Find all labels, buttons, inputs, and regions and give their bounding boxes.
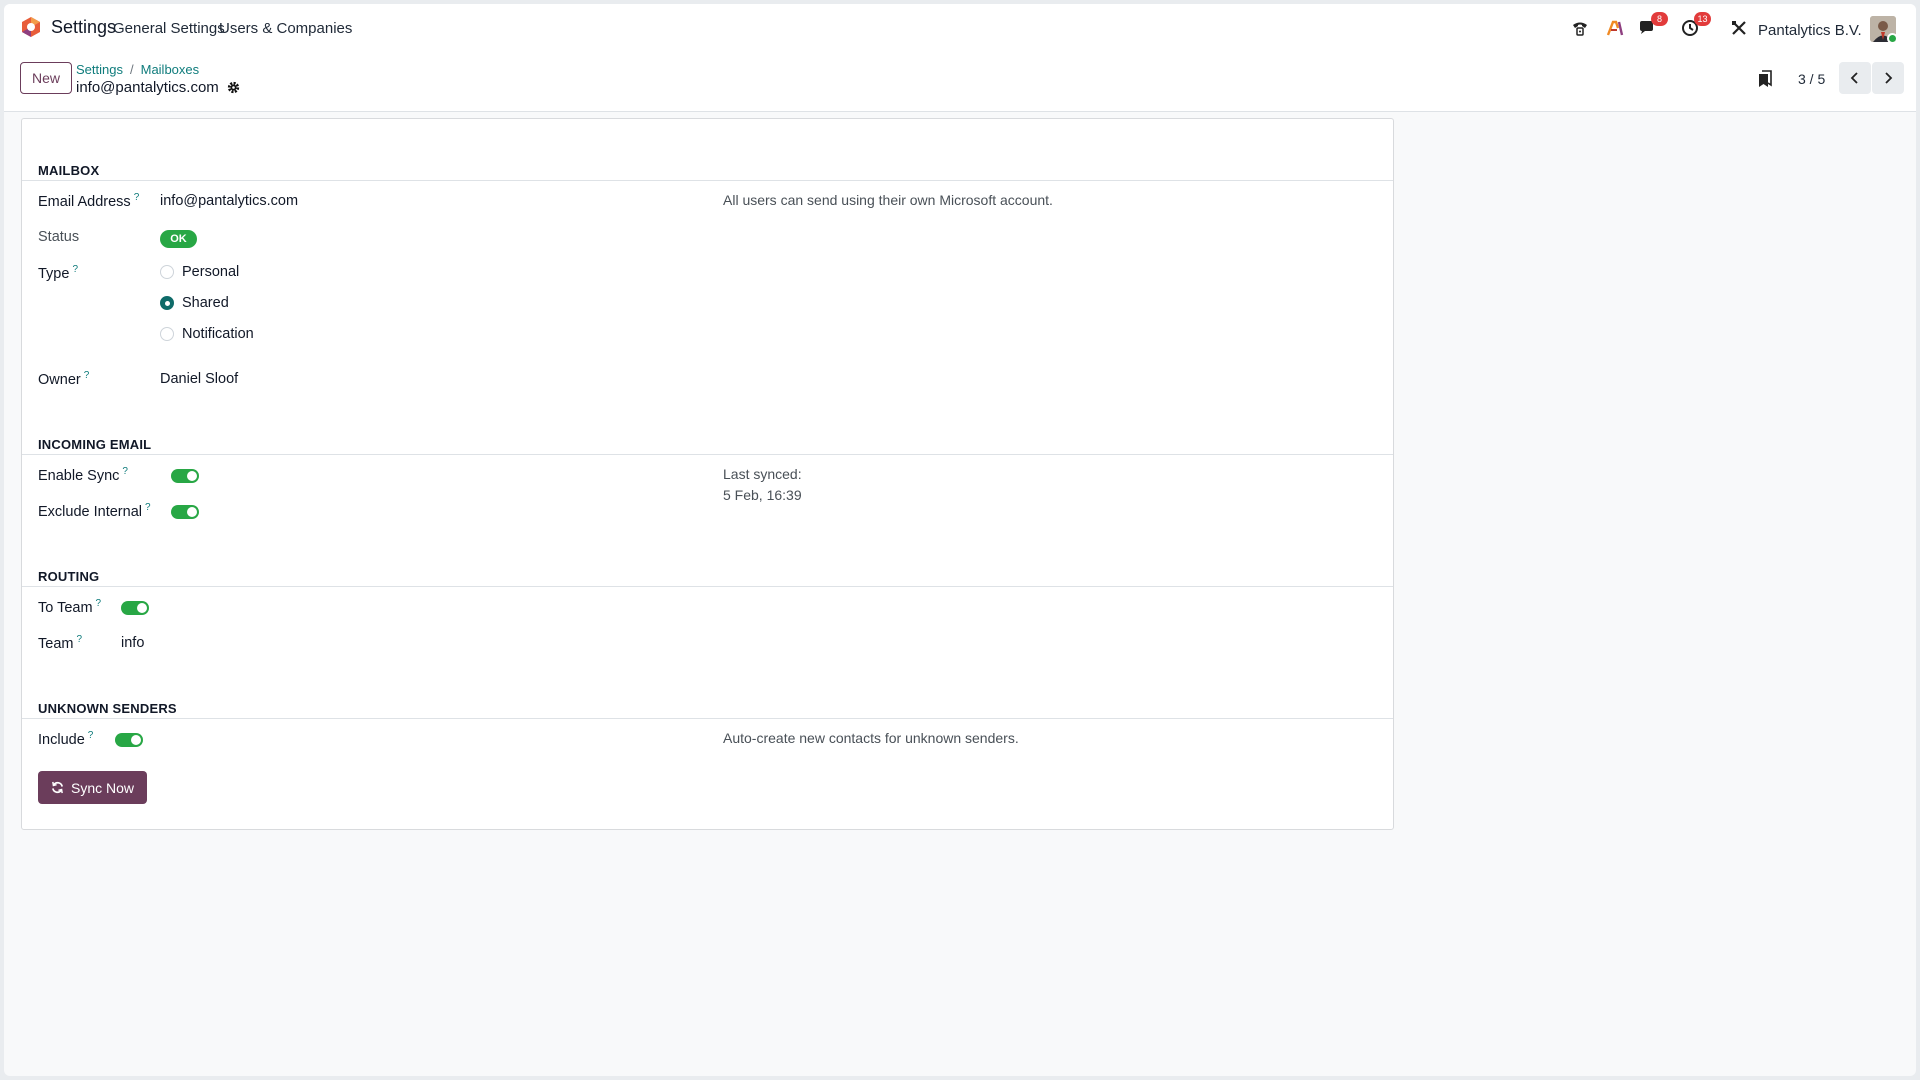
- section-divider: [22, 586, 1393, 587]
- help-icon[interactable]: ?: [76, 634, 82, 645]
- help-icon[interactable]: ?: [122, 466, 128, 477]
- email-address-field[interactable]: info@pantalytics.com: [160, 193, 298, 209]
- to-team-toggle[interactable]: [121, 601, 149, 615]
- radio-button-checked[interactable]: [160, 296, 174, 310]
- app-window: Settings General Settings Users & Compan…: [4, 4, 1916, 1076]
- exclude-internal-toggle[interactable]: [171, 505, 199, 519]
- owner-label: Owner?: [38, 370, 90, 388]
- section-title-unknown-senders: UNKNOWN SENDERS: [38, 701, 177, 716]
- email-address-note: All users can send using their own Micro…: [723, 192, 1053, 208]
- app-logo-icon[interactable]: [20, 16, 42, 38]
- menu-users-companies[interactable]: Users & Companies: [219, 20, 352, 37]
- help-icon[interactable]: ?: [88, 730, 94, 741]
- radio-button[interactable]: [160, 265, 174, 279]
- help-icon[interactable]: ?: [145, 502, 151, 513]
- sync-now-label: Sync Now: [70, 779, 135, 796]
- section-divider: [22, 180, 1393, 181]
- section-title-mailbox: MAILBOX: [38, 163, 100, 178]
- email-address-label: Email Address?: [38, 192, 140, 210]
- owner-field[interactable]: Daniel Sloof: [160, 371, 238, 387]
- help-icon[interactable]: ?: [84, 370, 90, 381]
- include-label: Include?: [38, 730, 94, 748]
- user-avatar[interactable]: [1870, 16, 1896, 42]
- activities-count-badge: 13: [1694, 12, 1711, 26]
- messages-icon[interactable]: 8: [1636, 12, 1668, 39]
- sync-now-button[interactable]: Sync Now: [38, 771, 147, 804]
- activities-clock-icon[interactable]: 13: [1679, 12, 1711, 39]
- menu-general-settings[interactable]: General Settings: [113, 20, 225, 37]
- pager-previous-button[interactable]: [1839, 62, 1871, 94]
- type-radio-personal[interactable]: Personal: [160, 264, 239, 280]
- control-panel: New Settings / Mailboxes info@pantalytics.…: [4, 50, 1916, 112]
- last-synced-value: 5 Feb, 16:39: [723, 487, 802, 503]
- pager-next-button[interactable]: [1872, 62, 1904, 94]
- phone-icon[interactable]: [1569, 17, 1591, 39]
- debug-tools-icon[interactable]: [1728, 17, 1750, 39]
- app-title[interactable]: Settings: [51, 17, 116, 38]
- help-icon[interactable]: ?: [72, 264, 78, 275]
- help-icon[interactable]: ?: [96, 598, 102, 609]
- form-sheet: MAILBOX Email Address? info@pantalytics.…: [21, 118, 1394, 830]
- radio-button[interactable]: [160, 327, 174, 341]
- section-title-routing: ROUTING: [38, 569, 100, 584]
- ai-assistant-icon[interactable]: [1604, 17, 1626, 39]
- enable-sync-label: Enable Sync?: [38, 466, 128, 484]
- enable-sync-toggle[interactable]: [171, 469, 199, 483]
- type-radio-notification[interactable]: Notification: [160, 326, 254, 342]
- top-navbar: Settings General Settings Users & Compan…: [4, 4, 1916, 50]
- online-status-dot: [1887, 33, 1896, 42]
- breadcrumb-settings[interactable]: Settings: [76, 62, 123, 77]
- breadcrumb-mailboxes[interactable]: Mailboxes: [141, 62, 200, 77]
- last-synced-label: Last synced:: [723, 466, 802, 482]
- refresh-icon: [52, 781, 63, 794]
- pager-value[interactable]: 3 / 5: [1798, 71, 1825, 87]
- messages-count-badge: 8: [1651, 12, 1668, 26]
- breadcrumb-separator: /: [129, 62, 134, 77]
- chevron-right-icon: [1885, 72, 1893, 84]
- new-button[interactable]: New: [20, 62, 72, 94]
- include-toggle[interactable]: [115, 733, 143, 747]
- status-badge: OK: [160, 230, 197, 248]
- help-icon[interactable]: ?: [134, 192, 140, 203]
- team-field[interactable]: info: [121, 635, 144, 651]
- section-divider: [22, 718, 1393, 719]
- record-title-row: info@pantalytics.com: [76, 79, 240, 96]
- company-switcher[interactable]: Pantalytics B.V.: [1758, 22, 1862, 39]
- gear-icon[interactable]: [227, 81, 240, 94]
- type-radio-shared[interactable]: Shared: [160, 295, 229, 311]
- bookmark-icon[interactable]: [1757, 70, 1773, 88]
- status-label: Status: [38, 229, 80, 245]
- record-title: info@pantalytics.com: [76, 79, 219, 96]
- chevron-left-icon: [1850, 72, 1858, 84]
- exclude-internal-label: Exclude Internal?: [38, 502, 151, 520]
- type-label: Type?: [38, 264, 78, 282]
- section-divider: [22, 454, 1393, 455]
- breadcrumb: Settings / Mailboxes: [76, 62, 199, 77]
- include-note: Auto-create new contacts for unknown sen…: [723, 730, 1019, 746]
- section-title-incoming-email: INCOMING EMAIL: [38, 437, 152, 452]
- team-label: Team?: [38, 634, 83, 652]
- to-team-label: To Team?: [38, 598, 102, 616]
